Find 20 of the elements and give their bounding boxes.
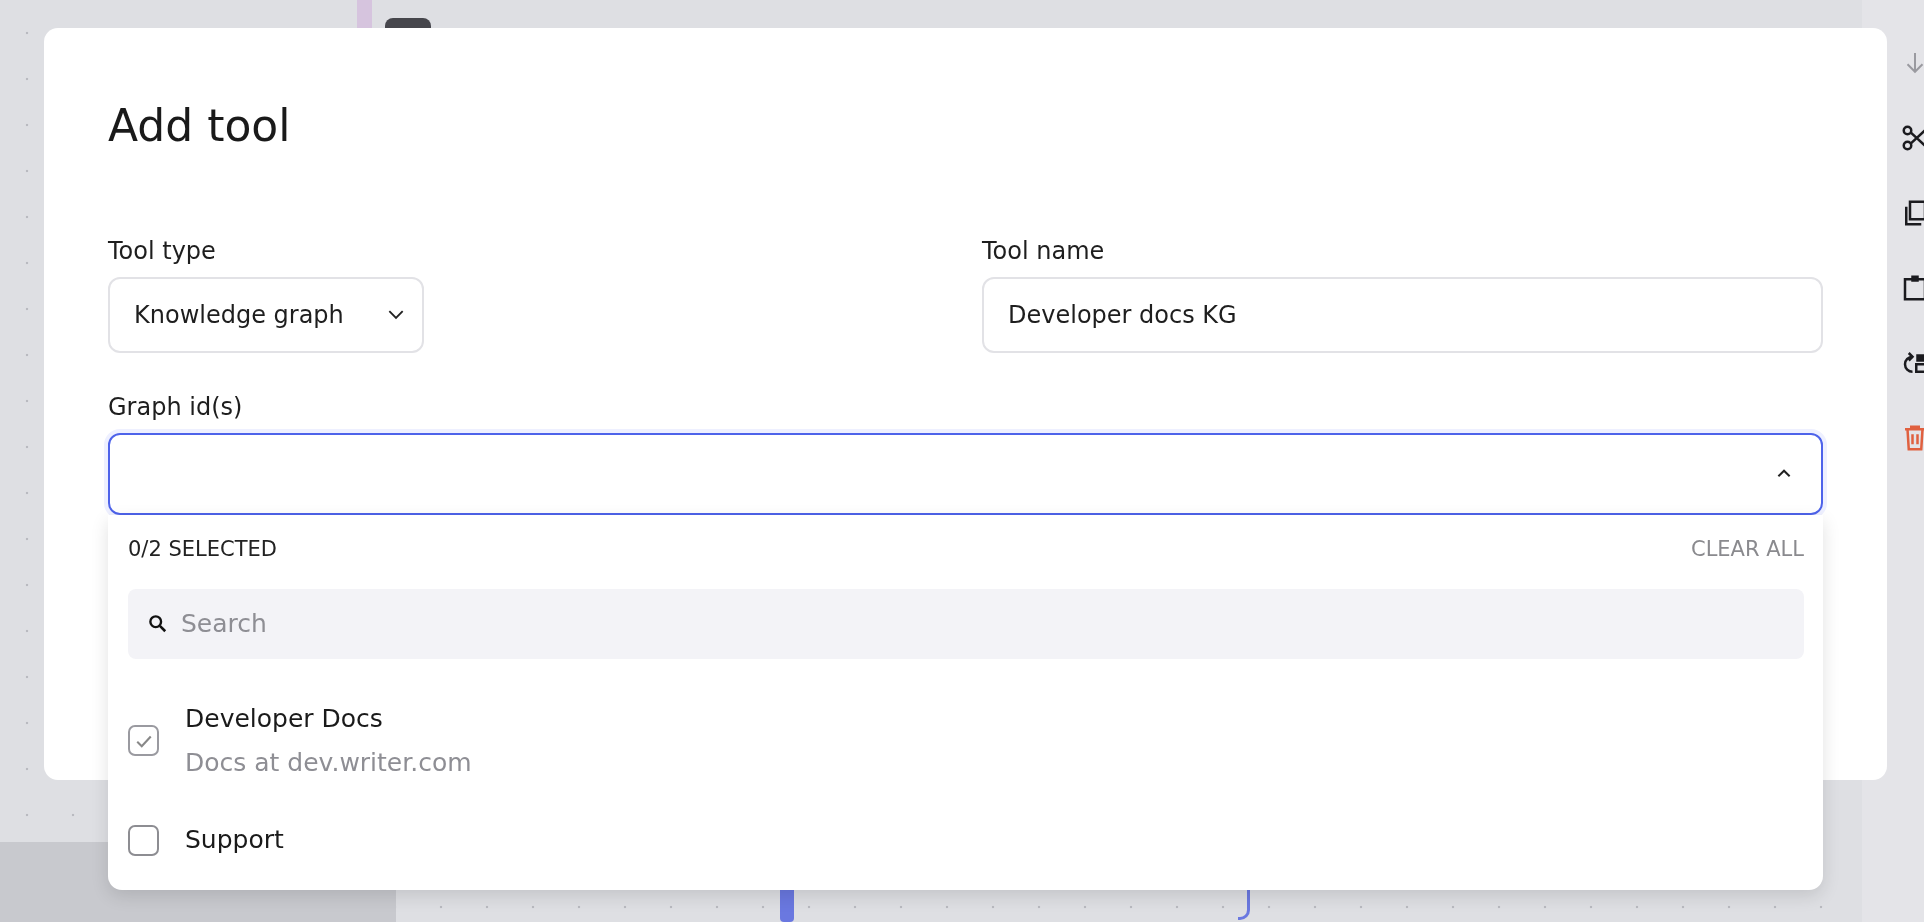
option-item[interactable]: Developer Docs Docs at dev.writer.com — [128, 690, 1804, 791]
tool-name-field[interactable]: Developer docs KG — [982, 276, 1823, 353]
option-item[interactable]: Support — [128, 812, 1804, 869]
checkbox[interactable] — [128, 725, 159, 757]
tool-type-select[interactable]: Knowledge graph — [108, 276, 424, 353]
field-label: Tool name — [982, 236, 1106, 265]
field-label: Graph id(s) — [108, 392, 244, 421]
scissors-icon[interactable] — [1900, 123, 1924, 153]
option-title: Developer Docs — [185, 702, 384, 735]
search-field[interactable]: Search — [128, 588, 1804, 659]
option-description: Docs at dev.writer.com — [185, 746, 472, 779]
field-label: Tool type — [108, 236, 217, 265]
search-input[interactable]: Search — [179, 608, 1784, 640]
search-icon — [148, 614, 167, 634]
node-edge — [357, 0, 372, 28]
chevron-down-icon — [388, 309, 404, 321]
option-title: Support — [185, 824, 284, 857]
selection-count: 0/2 SELECTED — [128, 536, 277, 561]
checkbox[interactable] — [128, 824, 159, 856]
dialog-title: Add tool — [108, 100, 292, 153]
